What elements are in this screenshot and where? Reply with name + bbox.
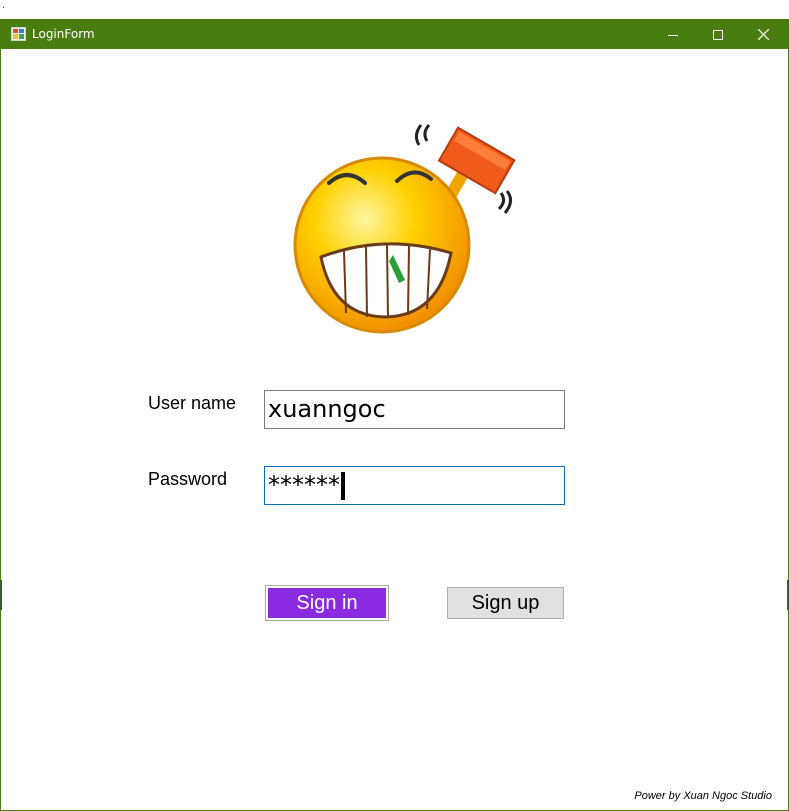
sign-up-button[interactable]: Sign up: [447, 587, 564, 619]
close-icon: [757, 29, 769, 40]
credit-text: Power by Xuan Ngoc Studio: [634, 790, 772, 802]
username-label: User name: [148, 393, 237, 413]
left-edge-mark: [0, 580, 2, 610]
maximize-icon: [713, 29, 723, 40]
title-bar[interactable]: LoginForm: [1, 20, 788, 49]
username-field[interactable]: xuanngoc: [264, 390, 565, 429]
login-window: LoginForm User name xuanngoc Password **…: [0, 19, 789, 811]
close-button[interactable]: [740, 20, 786, 49]
laughing-smiley-hammer-icon: [289, 105, 529, 340]
maximize-button[interactable]: [695, 20, 741, 49]
text-caret: [341, 472, 345, 500]
minimize-button[interactable]: [650, 20, 696, 49]
username-value: xuanngoc: [268, 395, 386, 423]
password-value: ******: [268, 471, 340, 499]
sign-in-label: Sign in: [268, 588, 386, 618]
sign-in-button[interactable]: Sign in: [265, 585, 389, 621]
password-field[interactable]: ******: [264, 466, 565, 505]
window-title: LoginForm: [32, 27, 95, 41]
password-label: Password: [148, 469, 228, 489]
app-icon[interactable]: [11, 27, 26, 41]
minimize-icon: [668, 34, 678, 36]
corner-dot: .: [2, 0, 6, 11]
